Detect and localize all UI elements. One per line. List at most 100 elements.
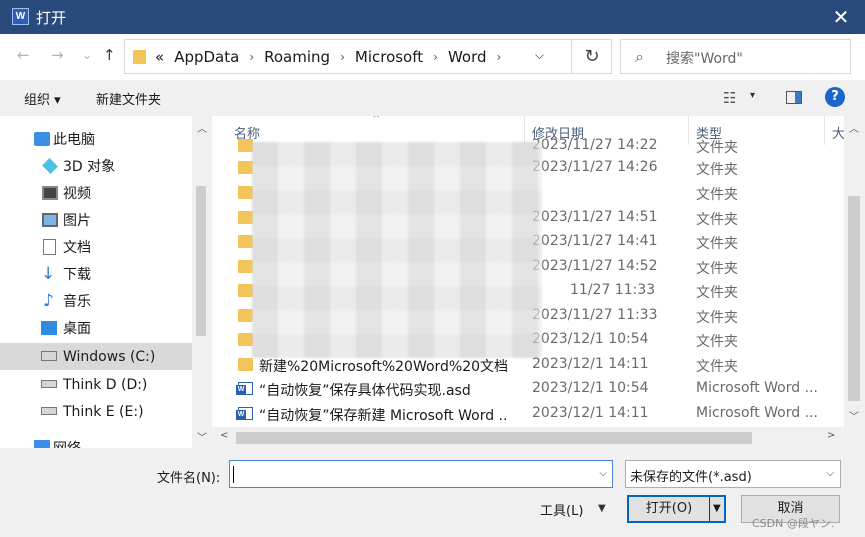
view-options-icon[interactable]: ☷: [723, 89, 736, 107]
organize-button[interactable]: 组织 ▾: [24, 89, 61, 108]
sidebar-item-label: Windows (C:): [63, 348, 156, 365]
file-list-horizontal-scrollbar[interactable]: < >: [212, 427, 844, 448]
sidebar-item-think-e[interactable]: Think E (E:): [0, 398, 192, 425]
split-divider: [709, 497, 710, 521]
scroll-up-icon[interactable]: ︿: [197, 120, 207, 135]
open-button[interactable]: 打开(O) ▼: [627, 495, 726, 523]
folder-icon: [133, 50, 146, 64]
list-item[interactable]: “自动恢复”保存新建 Microsoft Word ... 2023/12/1 …: [212, 402, 844, 427]
folder-icon: [238, 284, 253, 297]
file-date: 2023/12/1 10:54: [532, 331, 649, 347]
sidebar-item-label: 3D 对象: [63, 158, 116, 175]
file-list-vertical-scrollbar[interactable]: ︿ ﹀: [844, 116, 865, 427]
command-bar: 组织 ▾ 新建文件夹 ☷ ▾ ?: [0, 80, 865, 116]
file-type: 文件夹: [696, 285, 738, 301]
folder-icon: [238, 358, 253, 371]
drive-icon: [41, 380, 57, 388]
refresh-button[interactable]: ↻: [571, 40, 612, 73]
scroll-down-icon[interactable]: ﹀: [197, 429, 207, 444]
help-button[interactable]: ?: [825, 87, 845, 107]
preview-pane-icon[interactable]: [786, 91, 802, 104]
sidebar-item-3d-objects[interactable]: 3D 对象: [0, 152, 192, 179]
breadcrumb-microsoft[interactable]: Microsoft: [355, 48, 423, 66]
filename-input[interactable]: ⌵: [229, 460, 613, 488]
list-item[interactable]: “自动恢复”保存具体代码实现.asd 2023/12/1 10:54 Micro…: [212, 377, 844, 402]
breadcrumb-separator-icon[interactable]: ›: [340, 50, 345, 64]
drive-icon: [41, 407, 57, 415]
filename-label: 文件名(N):: [157, 471, 221, 486]
sidebar-item-pictures[interactable]: 图片: [0, 206, 192, 233]
file-name: “自动恢复”保存新建 Microsoft Word ...: [259, 408, 509, 424]
navigation-bar: ← → ⌄ ↑ « AppData › Roaming › Microsoft …: [0, 34, 865, 80]
breadcrumb-word[interactable]: Word: [448, 48, 487, 66]
scroll-down-icon[interactable]: ﹀: [849, 408, 859, 423]
sidebar-item-think-d[interactable]: Think D (D:): [0, 371, 192, 398]
chevron-down-icon[interactable]: ⌵: [826, 468, 834, 479]
file-name: “自动恢复”保存具体代码实现.asd: [259, 383, 471, 399]
window-title: 打开: [36, 9, 67, 27]
breadcrumb-separator-icon[interactable]: ›: [497, 50, 502, 64]
pictures-icon: [42, 213, 58, 227]
list-item[interactable]: 新建%20Microsoft%20Word%20文档... 2023/12/1 …: [212, 353, 844, 378]
dialog-footer: 文件名(N): ⌵ 未保存的文件(*.asd) ⌵ 工具(L) ▼ 打开(O) …: [0, 448, 865, 537]
chevron-down-icon[interactable]: ⌵: [599, 468, 607, 479]
file-list: ^ 名称 修改日期 类型 大 2023/11/27 14:22 文件夹 2023…: [212, 116, 865, 448]
sidebar-item-music[interactable]: ♪ 音乐: [0, 287, 192, 314]
up-button[interactable]: ↑: [103, 46, 116, 64]
file-type: 文件夹: [696, 140, 738, 156]
file-date: 2023/11/27 14:52: [532, 258, 658, 274]
sidebar-item-videos[interactable]: 视频: [0, 179, 192, 206]
scroll-right-icon[interactable]: >: [827, 430, 835, 441]
sidebar-item-downloads[interactable]: ↓ 下载: [0, 260, 192, 287]
folder-icon: [238, 161, 253, 174]
folder-icon: [238, 333, 253, 346]
view-dropdown-icon[interactable]: ▾: [750, 90, 755, 101]
tools-dropdown-icon[interactable]: ▼: [598, 503, 606, 514]
scroll-thumb[interactable]: [196, 186, 206, 336]
file-name: 新建%20Microsoft%20Word%20文档...: [259, 359, 509, 375]
breadcrumb-separator-icon[interactable]: ›: [249, 50, 254, 64]
scroll-up-icon[interactable]: ︿: [849, 120, 859, 135]
sidebar-item-desktop[interactable]: 桌面: [0, 314, 192, 341]
folder-icon: [238, 235, 253, 248]
sidebar-item-documents[interactable]: 文档: [0, 233, 192, 260]
breadcrumb-appdata[interactable]: AppData: [174, 48, 239, 66]
file-type: 文件夹: [696, 236, 738, 252]
filetype-select[interactable]: 未保存的文件(*.asd) ⌵: [625, 460, 841, 488]
scroll-corner: [844, 427, 865, 448]
new-folder-button[interactable]: 新建文件夹: [96, 89, 161, 108]
open-button-label[interactable]: 打开(O): [629, 497, 709, 521]
file-type: 文件夹: [696, 334, 738, 350]
scroll-thumb[interactable]: [848, 196, 860, 401]
address-bar[interactable]: « AppData › Roaming › Microsoft › Word ›…: [124, 39, 612, 74]
close-button[interactable]: ✕: [827, 3, 855, 31]
pc-icon: [34, 132, 50, 146]
open-dropdown-icon[interactable]: ▼: [713, 503, 721, 514]
folder-icon: [238, 139, 253, 152]
tools-button[interactable]: 工具(L): [540, 500, 583, 519]
sidebar-scrollbar[interactable]: ︿ ﹀: [192, 116, 212, 448]
address-dropdown-icon[interactable]: ⌵: [535, 48, 544, 63]
sidebar-item-network[interactable]: 网络: [0, 434, 192, 448]
folder-icon: [238, 309, 253, 322]
sidebar-item-windows-c[interactable]: Windows (C:): [0, 343, 192, 370]
scroll-left-icon[interactable]: <: [220, 430, 228, 441]
word-document-icon: [236, 382, 253, 395]
recent-locations-button[interactable]: ⌄: [82, 48, 92, 62]
breadcrumb-overflow[interactable]: «: [155, 48, 164, 66]
sidebar-item-this-pc[interactable]: 此电脑: [0, 125, 192, 152]
filetype-value: 未保存的文件(*.asd): [630, 470, 752, 485]
forward-button[interactable]: →: [51, 46, 64, 64]
back-button[interactable]: ←: [17, 46, 30, 64]
file-date: 11/27 11:33: [570, 282, 656, 298]
scroll-thumb[interactable]: [236, 432, 752, 444]
breadcrumb-separator-icon[interactable]: ›: [433, 50, 438, 64]
word-icon: W: [12, 8, 29, 25]
file-type: 文件夹: [696, 162, 738, 178]
sort-indicator-icon: ^: [372, 116, 381, 125]
sidebar-item-label: 音乐: [63, 293, 91, 310]
watermark: CSDN @段ヤン.: [752, 517, 835, 530]
search-input[interactable]: ⌕ 搜索"Word": [620, 39, 851, 74]
download-icon: ↓: [41, 264, 56, 284]
breadcrumb-roaming[interactable]: Roaming: [264, 48, 330, 66]
